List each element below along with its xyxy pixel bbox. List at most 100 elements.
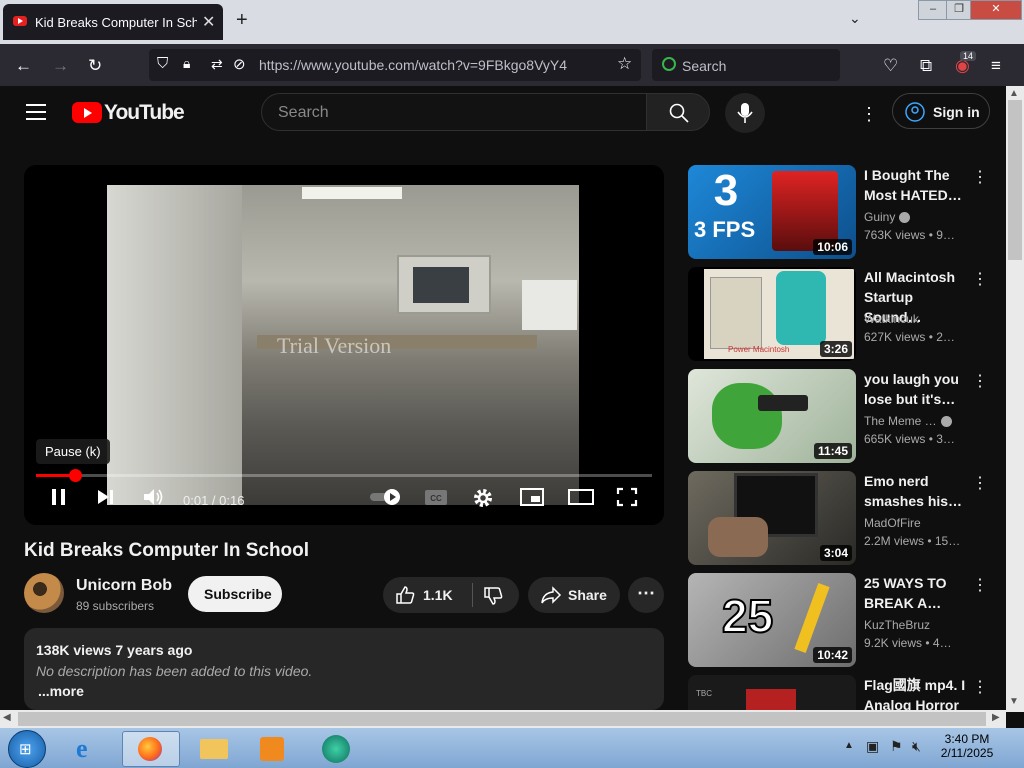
pause-button[interactable] bbox=[50, 487, 68, 513]
scroll-left-icon[interactable]: ◀ bbox=[3, 712, 11, 723]
dislike-button[interactable] bbox=[473, 577, 519, 613]
recommendation-menu-icon[interactable]: ⋮ bbox=[972, 473, 988, 493]
app-menu-icon[interactable]: ≡ bbox=[991, 56, 1001, 76]
thumbs-down-icon bbox=[484, 587, 503, 605]
recommendation-menu-icon[interactable]: ⋮ bbox=[972, 575, 988, 595]
taskbar-explorer[interactable] bbox=[188, 731, 238, 765]
progress-scrubber[interactable] bbox=[69, 469, 82, 482]
browser-tab[interactable]: Kid Breaks Computer In School ✕ bbox=[3, 4, 223, 40]
taskbar-media-player[interactable] bbox=[246, 731, 296, 765]
vertical-scrollbar-thumb[interactable] bbox=[1008, 100, 1022, 260]
taskbar-firefox[interactable] bbox=[122, 731, 180, 767]
autoplay-toggle[interactable] bbox=[368, 487, 404, 513]
share-button[interactable]: Share bbox=[528, 577, 620, 613]
subtitles-button[interactable]: CC bbox=[424, 487, 448, 513]
show-more-link[interactable]: ...more bbox=[38, 683, 84, 699]
new-tab-button[interactable]: + bbox=[236, 9, 248, 32]
maximize-button[interactable]: ❐ bbox=[946, 0, 972, 20]
recommendation-title[interactable]: I Bought The Most HATED… bbox=[864, 165, 968, 205]
reload-icon[interactable]: ↻ bbox=[88, 56, 102, 76]
taskbar-clock[interactable]: 3:40 PM 2/11/2025 bbox=[932, 732, 1002, 760]
recommendation-channel[interactable]: KuzTheBruz bbox=[864, 618, 930, 632]
scroll-down-icon[interactable]: ▼ bbox=[1009, 696, 1019, 707]
recommendation-channel[interactable]: Watkincuk bbox=[864, 312, 919, 326]
recommendation-title[interactable]: Emo nerd smashes his… bbox=[864, 471, 968, 511]
search-input[interactable]: Search bbox=[261, 93, 647, 131]
browser-search-box[interactable]: Search bbox=[652, 49, 840, 81]
app-globe-icon bbox=[322, 735, 350, 763]
theater-mode-button[interactable] bbox=[568, 487, 594, 513]
scroll-right-icon[interactable]: ▶ bbox=[992, 712, 1000, 723]
list-all-tabs-icon[interactable]: ⌄ bbox=[849, 10, 861, 27]
subscribe-button[interactable]: Subscribe bbox=[188, 576, 282, 612]
guide-menu-icon[interactable] bbox=[26, 104, 46, 125]
recommendation-item[interactable]: 3 3 FPS 10:06 I Bought The Most HATED… G… bbox=[688, 165, 998, 261]
horizontal-scrollbar-thumb[interactable] bbox=[18, 712, 986, 726]
channel-avatar[interactable] bbox=[24, 573, 64, 613]
start-button[interactable]: ⊞ bbox=[8, 730, 46, 768]
recommendation-item[interactable]: 11:45 you laugh you lose but it's… The M… bbox=[688, 369, 998, 465]
recommendation-item[interactable]: 25 10:42 25 WAYS TO BREAK A… KuzTheBruz … bbox=[688, 573, 998, 669]
extensions-badge: 14 bbox=[960, 51, 977, 61]
recommendation-channel[interactable]: Guiny bbox=[864, 210, 911, 224]
show-hidden-icons[interactable]: ▲ bbox=[844, 740, 854, 751]
youtube-logo-text[interactable]: YouTube bbox=[104, 101, 185, 125]
miniplayer-button[interactable] bbox=[520, 487, 544, 513]
taskbar-internet-explorer[interactable]: e bbox=[64, 731, 114, 765]
minimize-button[interactable]: ‒ bbox=[918, 0, 948, 20]
next-button[interactable] bbox=[96, 487, 116, 513]
channel-name[interactable]: Unicorn Bob bbox=[76, 577, 172, 595]
recommendation-menu-icon[interactable]: ⋮ bbox=[972, 269, 988, 289]
recommendation-thumbnail[interactable]: 11:45 bbox=[688, 369, 856, 463]
close-window-button[interactable]: ✕ bbox=[970, 0, 1022, 20]
progress-bar[interactable] bbox=[36, 474, 652, 477]
video-player[interactable]: Trial Version Pause (k) 0:01 / 0:16 CC bbox=[24, 165, 664, 525]
forward-icon[interactable]: → bbox=[52, 56, 69, 76]
recommendation-title[interactable]: you laugh you lose but it's… bbox=[864, 369, 968, 409]
like-button[interactable]: 1.1K bbox=[383, 577, 471, 613]
fullscreen-button[interactable] bbox=[616, 487, 638, 513]
mute-button[interactable] bbox=[142, 487, 164, 513]
recommendation-item[interactable]: TBC Flag國旗 mp4. I Analog Horror ⋮ bbox=[688, 675, 998, 710]
recommendation-title[interactable]: 25 WAYS TO BREAK A… bbox=[864, 573, 968, 613]
camera-blocked-icon[interactable]: ⊘ bbox=[233, 55, 246, 73]
settings-menu-icon[interactable]: ⋮ bbox=[860, 104, 878, 125]
recommendation-title[interactable]: Flag國旗 mp4. I Analog Horror bbox=[864, 675, 968, 710]
taskbar-app[interactable] bbox=[310, 731, 360, 765]
voice-search-button[interactable] bbox=[725, 93, 765, 133]
settings-button[interactable] bbox=[472, 487, 494, 515]
url-bar[interactable]: ⛉ 🔒︎ ⇄ ⊘ https://www.youtube.com/watch?v… bbox=[149, 49, 641, 81]
permissions-icon[interactable]: ⇄ bbox=[211, 56, 223, 73]
close-tab-icon[interactable]: ✕ bbox=[202, 12, 215, 32]
recommendation-thumbnail[interactable]: 3 3 FPS 10:06 bbox=[688, 165, 856, 259]
scroll-up-icon[interactable]: ▲ bbox=[1009, 88, 1019, 99]
lock-icon[interactable]: 🔒︎ bbox=[183, 55, 190, 72]
search-button[interactable] bbox=[646, 93, 710, 131]
back-icon[interactable]: ← bbox=[15, 56, 32, 76]
recommendation-thumbnail[interactable]: 3:04 bbox=[688, 471, 856, 565]
network-icon[interactable]: ▣ bbox=[866, 738, 879, 755]
recommendation-channel[interactable]: MadOfFire bbox=[864, 516, 921, 530]
recommendation-thumbnail[interactable]: TBC bbox=[688, 675, 856, 710]
description-box[interactable]: 138K views 7 years ago No description ha… bbox=[24, 628, 664, 710]
recommendation-item[interactable]: Power Macintosh 3:26 All Macintosh Start… bbox=[688, 267, 998, 363]
video-frame[interactable]: Trial Version bbox=[107, 185, 579, 505]
extensions-icon[interactable]: ⧉ bbox=[920, 56, 932, 76]
recommendation-thumbnail[interactable]: Power Macintosh 3:26 bbox=[688, 267, 856, 361]
action-center-flag-icon[interactable]: ⚑ bbox=[890, 738, 903, 755]
volume-muted-icon[interactable]: 🔇︎ bbox=[912, 738, 921, 755]
bookmark-star-icon[interactable]: ☆ bbox=[617, 54, 632, 74]
recommendation-menu-icon[interactable]: ⋮ bbox=[972, 167, 988, 187]
recommendation-thumbnail[interactable]: 25 10:42 bbox=[688, 573, 856, 667]
more-actions-button[interactable]: ⋯ bbox=[628, 577, 664, 613]
shield-icon[interactable]: ⛉ bbox=[157, 55, 168, 72]
youtube-logo-icon[interactable] bbox=[72, 102, 102, 123]
recommendation-menu-icon[interactable]: ⋮ bbox=[972, 371, 988, 391]
url-text[interactable]: https://www.youtube.com/watch?v=9FBkgo8V… bbox=[259, 57, 567, 73]
recommendation-menu-icon[interactable]: ⋮ bbox=[972, 677, 988, 697]
autoplay-icon bbox=[370, 489, 400, 505]
recommendation-item[interactable]: 3:04 Emo nerd smashes his… MadOfFire 2.2… bbox=[688, 471, 998, 567]
sign-in-button[interactable]: Sign in bbox=[892, 93, 990, 129]
recommendation-channel[interactable]: The Meme … bbox=[864, 414, 952, 428]
pocket-icon[interactable]: ♡ bbox=[883, 56, 898, 76]
